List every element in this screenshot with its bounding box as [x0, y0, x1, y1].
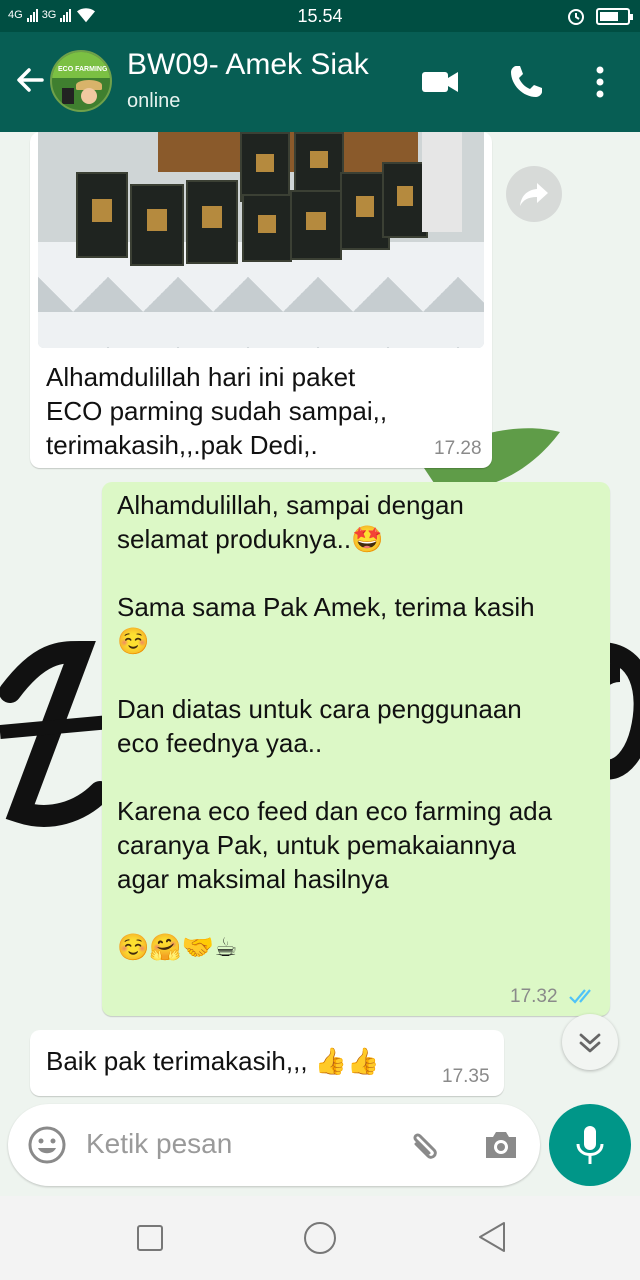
alarm-icon [568, 9, 584, 25]
chevron-double-down-icon [579, 1033, 601, 1053]
recent-apps-icon[interactable] [136, 1224, 164, 1252]
avatar[interactable]: ECO FARMING [50, 50, 112, 112]
video-call-icon[interactable] [418, 60, 462, 104]
status-right [566, 6, 633, 26]
battery-icon [596, 7, 633, 25]
message-bubble-incoming[interactable]: Baik pak terimakasih,,, 👍👍 17.35 [30, 1030, 504, 1096]
system-nav-bar [0, 1196, 640, 1280]
message-time: 17.28 [434, 438, 482, 459]
phone-call-icon[interactable] [504, 60, 548, 104]
attach-icon[interactable] [404, 1124, 446, 1166]
emoji-icon[interactable] [26, 1124, 68, 1166]
scroll-to-bottom-button[interactable] [562, 1014, 618, 1070]
message-text: Baik pak terimakasih,,, 👍👍 [46, 1046, 380, 1076]
forward-icon [520, 183, 548, 206]
mic-icon [576, 1126, 604, 1164]
message-text: Alhamdulillah, sampai dengan selamat pro… [117, 490, 553, 962]
chat-area[interactable]: Alhamdulillah hari ini paket ECO parming… [0, 132, 640, 1196]
message-time: 17.35 [442, 1066, 490, 1087]
camera-icon[interactable] [480, 1124, 522, 1166]
back-nav-icon[interactable] [476, 1220, 508, 1254]
contact-name[interactable]: BW09- Amek Siak [127, 48, 369, 82]
message-time: 17.32 [510, 986, 558, 1007]
status-time: 15.54 [297, 6, 343, 26]
home-icon[interactable] [303, 1221, 337, 1255]
back-arrow-icon[interactable] [10, 60, 50, 100]
more-vert-icon[interactable] [578, 60, 622, 104]
contact-status: online [127, 90, 181, 112]
product-photo[interactable] [38, 132, 484, 348]
message-bubble-incoming[interactable]: Alhamdulillah hari ini paket ECO parming… [30, 132, 492, 468]
avatar-label: ECO FARMING [58, 66, 108, 73]
message-bubble-outgoing[interactable]: Alhamdulillah, sampai dengan selamat pro… [102, 482, 610, 1016]
message-input-bar[interactable]: Ketik pesan [8, 1104, 540, 1186]
forward-button[interactable] [506, 166, 562, 222]
chat-header: ECO FARMING BW09- Amek Siak online [0, 32, 640, 132]
double-check-icon [569, 989, 591, 1004]
mic-button[interactable] [549, 1104, 631, 1186]
status-bar: 4G 3G 15.54 [0, 0, 640, 32]
message-input[interactable]: Ketik pesan [86, 1128, 232, 1160]
message-text: Alhamdulillah hari ini paket ECO parming… [46, 362, 388, 460]
